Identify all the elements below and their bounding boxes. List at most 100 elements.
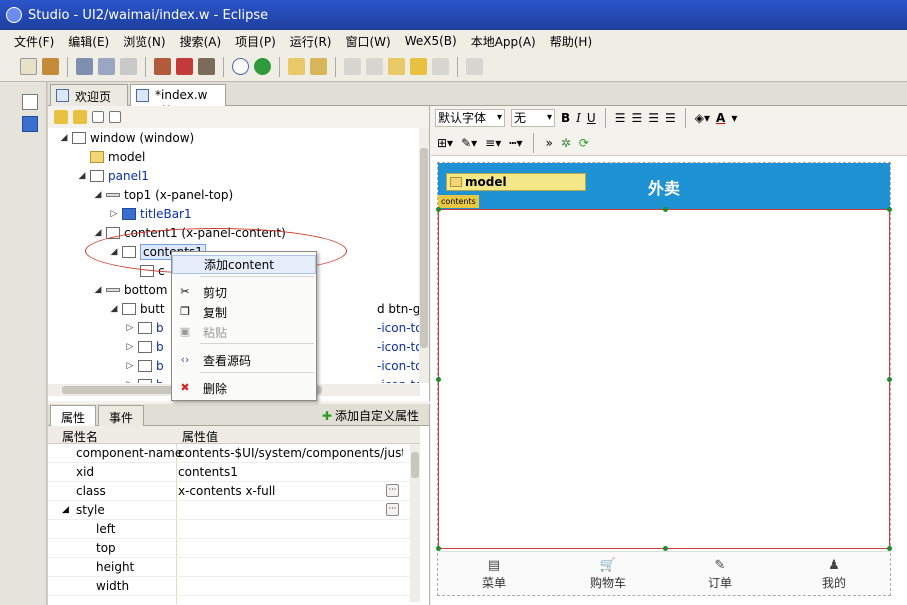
context-menu-item[interactable]: 添加content [172, 255, 316, 274]
contents-selection[interactable] [436, 207, 892, 551]
scroll-thumb[interactable] [420, 148, 428, 348]
property-value[interactable]: x-contents x-full [178, 484, 403, 498]
property-row[interactable]: width [48, 577, 410, 596]
open-project-icon[interactable] [42, 58, 59, 75]
save-all-icon[interactable] [98, 58, 115, 75]
resize-handle[interactable] [887, 377, 892, 382]
menu-item[interactable]: 帮助(H) [550, 33, 592, 50]
outline-vscrollbar[interactable] [419, 128, 429, 383]
more-icon[interactable]: » [545, 136, 552, 150]
property-row[interactable]: height [48, 558, 410, 577]
model-component[interactable]: model [446, 173, 586, 191]
tree-node[interactable]: ▷ b -icon-top) [124, 318, 420, 337]
property-value[interactable]: contents-$UI/system/components/justep/ [178, 446, 403, 460]
settings-icon[interactable]: ✲ [561, 136, 571, 150]
menu-item[interactable]: 文件(F) [14, 33, 54, 50]
menu-item[interactable]: 编辑(E) [68, 33, 109, 50]
print-icon[interactable] [120, 58, 137, 75]
tree-twisty-icon[interactable]: ▷ [124, 342, 136, 352]
property-row[interactable]: xid contents1 [48, 463, 410, 482]
deploy-icon[interactable] [198, 58, 215, 75]
save-icon[interactable] [76, 58, 93, 75]
tree-node[interactable]: ▷ b -icon-top) [124, 375, 420, 383]
fill-color-icon[interactable]: ◈▾ [695, 111, 710, 125]
context-menu-item[interactable]: ▣ 粘贴 [172, 323, 316, 342]
forward-arrow-icon[interactable] [432, 58, 449, 75]
context-menu-item[interactable]: ✂ 剪切 [172, 283, 316, 302]
menu-item[interactable]: 项目(P) [235, 33, 276, 50]
menu-item[interactable]: WeX5(B) [405, 34, 457, 48]
restore-icon[interactable] [22, 94, 38, 110]
tree-twisty-icon[interactable]: ◢ [108, 304, 120, 314]
tree-node[interactable]: ◢ butt d btn-group-justi [108, 299, 420, 318]
back-edit-icon[interactable] [388, 58, 405, 75]
bottom-tab[interactable]: 🛒 购物车 [578, 558, 638, 591]
align-center-icon[interactable]: ☰ [631, 111, 642, 125]
menu-item[interactable]: 浏览(N) [123, 33, 165, 50]
justify-icon[interactable]: ☰ [665, 111, 676, 125]
italic-button[interactable]: I [576, 111, 581, 125]
run-icon[interactable] [254, 58, 271, 75]
skip-icon[interactable] [232, 58, 249, 75]
tree-twisty-icon[interactable]: ◢ [92, 228, 104, 238]
bottom-tab[interactable]: ✎ 订单 [690, 558, 750, 591]
context-menu-item[interactable]: ✖ 删除 [172, 379, 316, 398]
add-custom-property-button[interactable]: ✚ 添加自定义属性 [322, 407, 419, 424]
font-size-select[interactable]: 无 [511, 109, 555, 127]
table-icon[interactable]: ⊞▾ [437, 136, 453, 150]
menu-item[interactable]: 运行(R) [290, 33, 332, 50]
context-menu-item[interactable]: ‹› 查看源码 [172, 351, 316, 370]
external-icon[interactable] [466, 58, 483, 75]
outline-view-icon[interactable] [22, 116, 38, 132]
tab-welcome[interactable]: 欢迎页 [50, 84, 128, 106]
tree-node[interactable]: ▷ titleBar1 [108, 204, 192, 223]
tree-twisty-icon[interactable]: ▷ [124, 323, 136, 333]
align-right-icon[interactable]: ☰ [648, 111, 659, 125]
forward-arrow-icon[interactable] [73, 110, 87, 124]
tab-index[interactable]: *index.w ✕ [130, 84, 226, 116]
tree-twisty-icon[interactable]: ◢ [76, 171, 88, 181]
underline-button[interactable]: U [587, 111, 596, 125]
border-color-icon[interactable]: ✎▾ [461, 136, 477, 150]
tree-twisty-icon[interactable]: ▷ [108, 209, 120, 219]
tree-node[interactable]: ◢ bottom [92, 280, 168, 299]
property-row[interactable]: component-name contents-$UI/system/compon… [48, 444, 410, 463]
resize-handle[interactable] [436, 377, 441, 382]
border-style-icon[interactable]: ┅▾ [509, 136, 522, 150]
expand-icon[interactable]: ◢ [62, 505, 69, 515]
property-row[interactable]: ◢ style ··· [48, 501, 410, 520]
bottom-tab[interactable]: ♟ 我的 [804, 558, 864, 591]
titlebar-preview[interactable]: 外卖 model contents [438, 163, 890, 209]
property-row[interactable]: class x-contents x-full ··· [48, 482, 410, 501]
bold-button[interactable]: B [561, 111, 570, 125]
context-menu-item[interactable]: ❐ 复制 [172, 303, 316, 322]
expand-all-icon[interactable] [92, 111, 104, 123]
tree-node[interactable]: ◢ top1 (x-panel-top) [92, 185, 234, 204]
font-family-select[interactable]: 默认字体 [435, 109, 505, 127]
menu-item[interactable]: 窗口(W) [345, 33, 390, 50]
debug-icon[interactable] [154, 58, 171, 75]
ellipsis-button[interactable]: ··· [386, 503, 399, 516]
tree-node[interactable]: ◢ panel1 [76, 166, 149, 185]
tree-node[interactable]: ▷ b -icon-top) [124, 356, 420, 375]
tree-twisty-icon[interactable]: ◢ [58, 133, 70, 143]
chevron-down-icon[interactable]: ▾ [731, 111, 737, 125]
tab-properties[interactable]: 属性 [50, 405, 97, 426]
tree-twisty-icon[interactable]: ▷ [124, 361, 136, 371]
menu-item[interactable]: 搜索(A) [180, 33, 222, 50]
resize-handle[interactable] [887, 207, 892, 212]
bottom-tab[interactable]: ▤ 菜单 [464, 558, 524, 591]
back-arrow-icon[interactable] [410, 58, 427, 75]
collapse-all-icon[interactable] [109, 111, 121, 123]
tab-events[interactable]: 事件 [98, 405, 145, 426]
folder-open-icon[interactable] [288, 58, 305, 75]
tree-twisty-icon[interactable]: ◢ [92, 190, 104, 200]
align-left-icon[interactable]: ☰ [615, 111, 626, 125]
tree-twisty-icon[interactable]: ◢ [92, 285, 104, 295]
resize-handle[interactable] [436, 207, 441, 212]
ellipsis-button[interactable]: ··· [386, 484, 399, 497]
next-annotation-icon[interactable] [366, 58, 383, 75]
tree-node[interactable]: model [76, 147, 145, 166]
property-row[interactable]: top [48, 539, 410, 558]
border-width-icon[interactable]: ≡▾ [485, 136, 501, 150]
